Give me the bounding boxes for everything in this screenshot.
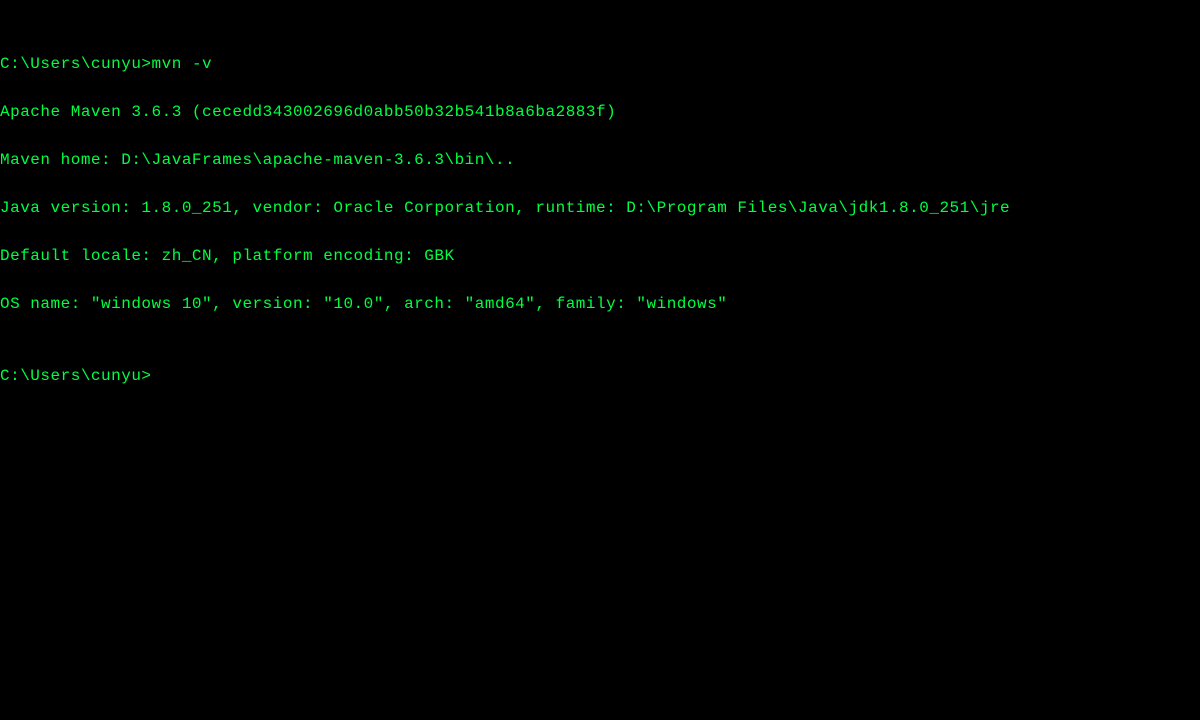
output-text: Maven home: D:\JavaFrames\apache-maven-3…: [0, 151, 515, 169]
terminal-line: C:\Users\cunyu>: [0, 364, 1200, 388]
terminal-line: C:\Users\cunyu>mvn -v: [0, 52, 1200, 76]
output-text: Default locale: zh_CN, platform encoding…: [0, 247, 455, 265]
prompt: C:\Users\cunyu>: [0, 55, 152, 73]
output-text: OS name: "windows 10", version: "10.0", …: [0, 295, 727, 313]
terminal-line: OS name: "windows 10", version: "10.0", …: [0, 292, 1200, 316]
command-input: mvn -v: [152, 55, 213, 73]
terminal-line: Java version: 1.8.0_251, vendor: Oracle …: [0, 196, 1200, 220]
terminal-line: Maven home: D:\JavaFrames\apache-maven-3…: [0, 148, 1200, 172]
output-text: Java version: 1.8.0_251, vendor: Oracle …: [0, 199, 1010, 217]
terminal-line: Apache Maven 3.6.3 (cecedd343002696d0abb…: [0, 100, 1200, 124]
terminal-output[interactable]: C:\Users\cunyu>mvn -v Apache Maven 3.6.3…: [0, 28, 1200, 412]
terminal-line: Default locale: zh_CN, platform encoding…: [0, 244, 1200, 268]
output-text: Apache Maven 3.6.3 (cecedd343002696d0abb…: [0, 103, 616, 121]
prompt: C:\Users\cunyu>: [0, 367, 152, 385]
